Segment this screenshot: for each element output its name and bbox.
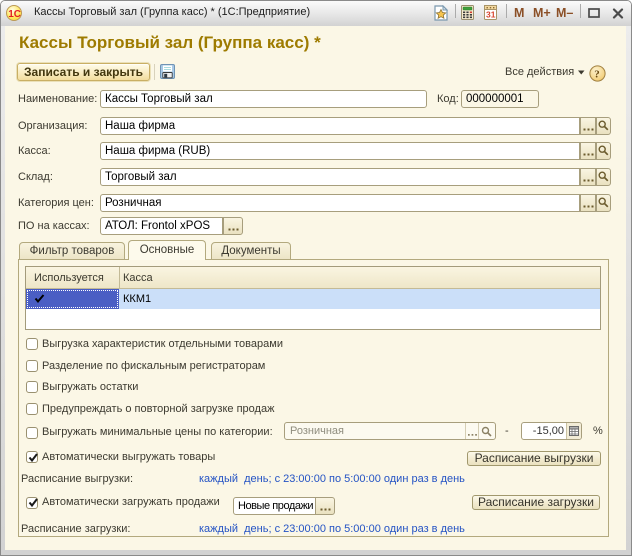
svg-text:31: 31 (486, 10, 496, 20)
svg-text:1С: 1С (8, 9, 21, 20)
svg-text:?: ? (594, 69, 600, 81)
